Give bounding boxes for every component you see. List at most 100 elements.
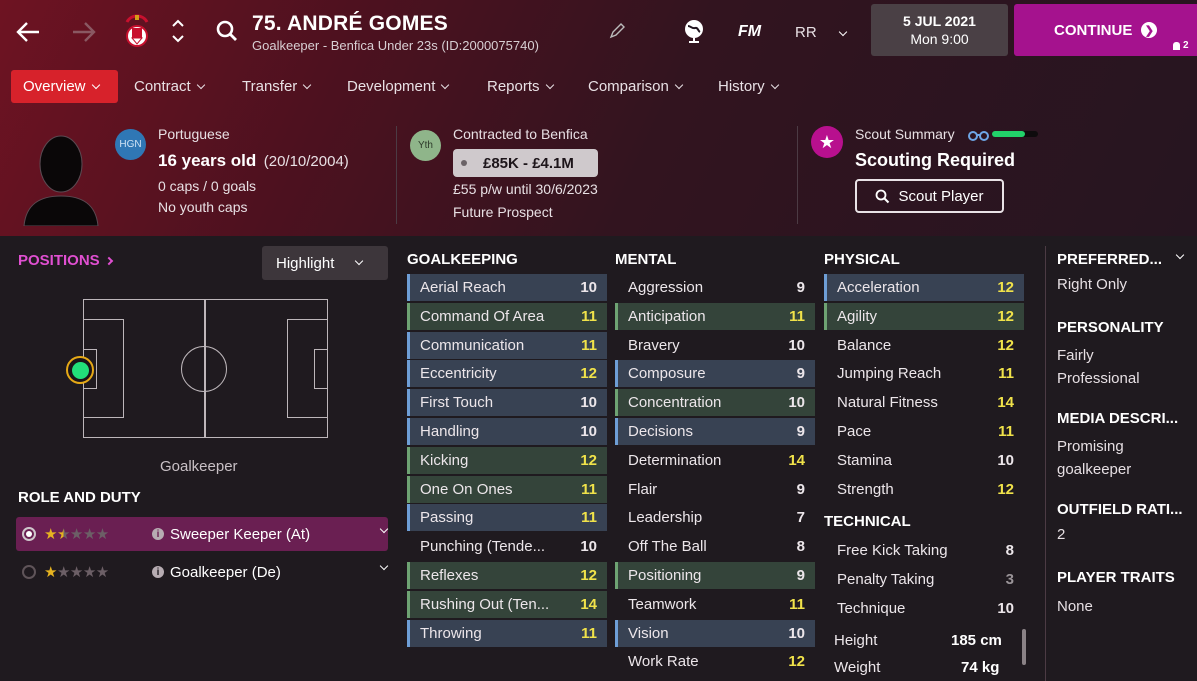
attribute-name: Pace — [837, 423, 872, 440]
tab-history[interactable]: History — [718, 70, 779, 103]
attribute-row[interactable]: Determination 14 — [615, 447, 815, 474]
attribute-row[interactable]: Command Of Area 11 — [407, 302, 607, 330]
attribute-row[interactable]: Punching (Tende... 10 — [407, 533, 607, 560]
role-stars: ★★★★★ — [44, 563, 109, 581]
attribute-row[interactable]: Eccentricity 12 — [407, 360, 607, 388]
attribute-row[interactable]: Rushing Out (Ten... 14 — [407, 590, 607, 618]
squad-status-badge: Yth — [410, 130, 441, 161]
attribute-value: 10 — [997, 451, 1014, 469]
edit-pencil-icon[interactable] — [608, 22, 626, 40]
tab-contract[interactable]: Contract — [134, 70, 205, 103]
attribute-value: 10 — [580, 538, 597, 556]
attribute-row[interactable]: Handling 10 — [407, 418, 607, 445]
star-icon: ★ — [44, 526, 57, 543]
attribute-row[interactable]: Jumping Reach 11 — [824, 360, 1024, 387]
attribute-row[interactable]: Aerial Reach 10 — [407, 274, 607, 301]
tab-overview[interactable]: Overview — [11, 70, 118, 103]
contract-title[interactable]: Contracted to Benfica — [453, 126, 588, 142]
attribute-row[interactable]: Leadership 7 — [615, 504, 815, 531]
attribute-row[interactable]: Vision 10 — [615, 619, 815, 647]
tab-development[interactable]: Development — [347, 70, 450, 103]
forward-arrow-icon[interactable] — [70, 18, 98, 46]
chevron-down-icon — [545, 80, 554, 89]
club-crest-icon[interactable] — [120, 12, 154, 52]
attribute-value: 11 — [581, 509, 597, 527]
goalkeeper-position-dot[interactable] — [66, 356, 94, 384]
attribute-value: 11 — [581, 336, 597, 354]
attribute-row[interactable]: Decisions 9 — [615, 418, 815, 445]
tab-comparison[interactable]: Comparison — [588, 70, 684, 103]
globe-icon[interactable] — [682, 18, 706, 44]
scout-player-button[interactable]: Scout Player — [855, 179, 1004, 213]
attribute-value: 9 — [796, 567, 805, 584]
attribute-row[interactable]: One On Ones 11 — [407, 475, 607, 503]
attribute-name: Penalty Taking — [837, 570, 935, 588]
notification-count[interactable]: 2 — [1173, 40, 1189, 51]
attribute-row[interactable]: Aggression 9 — [615, 274, 815, 301]
info-icon[interactable]: i — [152, 566, 164, 578]
attribute-row[interactable]: Bravery 10 — [615, 332, 815, 359]
role-selected-radio[interactable] — [22, 527, 36, 541]
attribute-name: Leadership — [628, 509, 703, 527]
attribute-row[interactable]: Throwing 11 — [407, 619, 607, 647]
player-subtitle: Goalkeeper - Benfica Under 23s (ID:20000… — [252, 38, 539, 53]
continue-button[interactable]: CONTINUE ❯ — [1014, 4, 1197, 56]
fm-label[interactable]: FM — [738, 23, 761, 41]
attribute-value: 3 — [1005, 570, 1014, 588]
positions-link[interactable]: POSITIONS — [18, 252, 114, 269]
tab-transfer[interactable]: Transfer — [242, 70, 312, 103]
scrollbar[interactable] — [1022, 629, 1026, 665]
attribute-row[interactable]: Off The Ball 8 — [615, 533, 815, 560]
nationality-label[interactable]: Portuguese — [158, 126, 230, 142]
chevron-down-icon — [91, 80, 100, 89]
attribute-row[interactable]: Positioning 9 — [615, 562, 815, 589]
attribute-name: Decisions — [628, 423, 694, 440]
highlight-dropdown[interactable]: Highlight — [262, 246, 388, 280]
chevron-down-icon — [196, 80, 205, 89]
attribute-row[interactable]: Teamwork 11 — [615, 591, 815, 618]
technical-title: TECHNICAL — [824, 513, 911, 530]
attribute-row[interactable]: Passing 11 — [407, 504, 607, 532]
search-icon[interactable] — [214, 18, 240, 44]
date-box[interactable]: 5 JUL 2021 Mon 9:00 — [871, 4, 1008, 56]
attribute-row[interactable]: Free Kick Taking 8 — [824, 537, 1024, 564]
player-up-down-icon[interactable] — [170, 16, 186, 46]
star-icon: ★★★★ — [56, 564, 109, 581]
attribute-row[interactable]: Work Rate 12 — [615, 648, 815, 675]
personality-value: Fairly Professional — [1057, 347, 1140, 387]
back-arrow-icon[interactable] — [14, 18, 42, 46]
attribute-value: 12 — [997, 279, 1014, 296]
rr-label[interactable]: RR — [795, 24, 817, 41]
attribute-row[interactable]: Stamina 10 — [824, 447, 1024, 474]
value-pill[interactable]: £85K - £4.1M — [453, 149, 598, 177]
role-radio[interactable] — [22, 565, 36, 579]
attribute-row[interactable]: Composure 9 — [615, 360, 815, 388]
scout-progress-fill — [992, 131, 1026, 137]
attribute-row[interactable]: Technique 10 — [824, 595, 1024, 622]
attribute-value: 10 — [997, 599, 1014, 617]
attribute-row[interactable]: Communication 11 — [407, 331, 607, 359]
attribute-row[interactable]: Pace 11 — [824, 418, 1024, 445]
continue-label: CONTINUE — [1054, 21, 1133, 39]
tab-label: Transfer — [242, 78, 298, 95]
attribute-row[interactable]: Reflexes 12 — [407, 562, 607, 589]
chevron-down-icon[interactable] — [838, 22, 852, 37]
outfield-rating-title: OUTFIELD RATI... — [1057, 501, 1183, 518]
attribute-name: Aerial Reach — [420, 279, 506, 296]
attribute-row[interactable]: Natural Fitness 14 — [824, 389, 1024, 416]
attribute-row[interactable]: Acceleration 12 — [824, 274, 1024, 301]
attribute-name: Kicking — [420, 451, 469, 469]
attribute-row[interactable]: First Touch 10 — [407, 389, 607, 417]
attribute-row[interactable]: Kicking 12 — [407, 446, 607, 474]
attribute-row[interactable]: Concentration 10 — [615, 389, 815, 417]
attribute-row[interactable]: Balance 12 — [824, 332, 1024, 359]
player-silhouette-icon — [18, 128, 104, 227]
attribute-row[interactable]: Flair 9 — [615, 476, 815, 503]
info-icon[interactable]: i — [152, 528, 164, 540]
arrow-right-icon: ❯ — [1141, 22, 1158, 38]
tab-reports[interactable]: Reports — [487, 70, 554, 103]
attribute-row[interactable]: Agility 12 — [824, 302, 1024, 330]
attribute-row[interactable]: Penalty Taking 3 — [824, 566, 1024, 593]
attribute-row[interactable]: Strength 12 — [824, 476, 1024, 503]
attribute-row[interactable]: Anticipation 11 — [615, 302, 815, 330]
